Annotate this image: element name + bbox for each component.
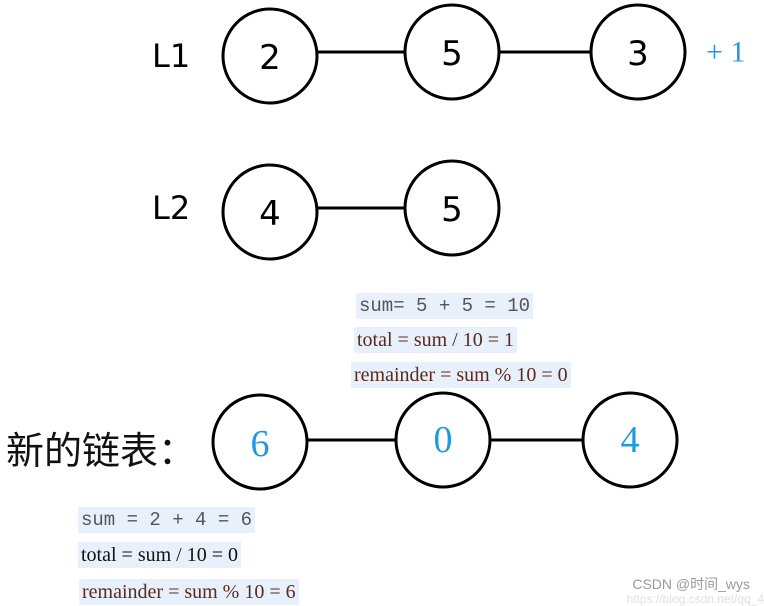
- carry-annotation: + 1: [706, 36, 745, 69]
- l2-node-2-value: 5: [441, 190, 463, 230]
- calc-first-remainder: remainder = sum % 10 = 6: [79, 579, 299, 605]
- l1-label: L1: [152, 37, 190, 75]
- l1-node-1-value: 2: [259, 38, 281, 78]
- result-node-3-value: 4: [621, 419, 640, 461]
- result-list-label: 新的链表：: [6, 429, 197, 473]
- l1-node-3-value: 3: [627, 34, 649, 74]
- calc-first-total: total = sum / 10 = 0: [78, 542, 242, 568]
- l2-node-1-value: 4: [259, 194, 281, 234]
- result-node-2-value: 0: [434, 419, 453, 461]
- calc-first-sum: sum = 2 + 4 = 6: [78, 507, 256, 533]
- watermark: CSDN @时间_wys: [632, 576, 750, 592]
- calc-second-sum: sum= 5 + 5 = 10: [356, 293, 534, 319]
- calc-second-total: total = sum / 10 = 1: [354, 327, 518, 353]
- l2-label: L2: [152, 189, 190, 227]
- l1-node-2-value: 5: [441, 34, 463, 74]
- watermark-url: https://blog.csdn.net/qq_4: [626, 592, 764, 606]
- calc-second-remainder: remainder = sum % 10 = 0: [351, 362, 571, 388]
- result-node-1-value: 6: [251, 423, 270, 465]
